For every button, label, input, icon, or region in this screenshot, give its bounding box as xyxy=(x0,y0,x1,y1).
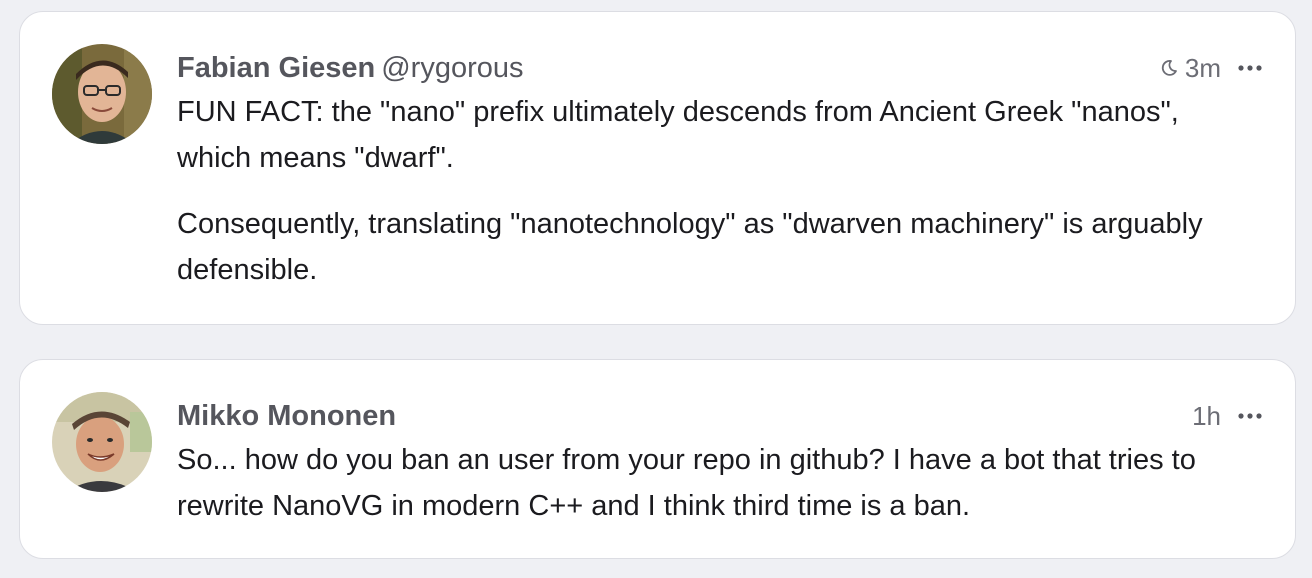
post-content: FUN FACT: the "nano" prefix ultimately d… xyxy=(177,89,1235,293)
avatar-image xyxy=(52,392,152,492)
avatar[interactable] xyxy=(52,44,152,144)
post-time[interactable]: 1h xyxy=(1192,398,1221,434)
author-name[interactable]: Mikko Mononen xyxy=(177,400,396,432)
author-handle[interactable]: @rygorous xyxy=(381,52,523,84)
post-paragraph: Consequently, translating "nanotechnolog… xyxy=(177,208,1203,286)
post-content: So... how do you ban an user from your r… xyxy=(177,437,1235,529)
post-header: Fabian Giesen @rygorous 3m xyxy=(177,50,1265,86)
avatar-image xyxy=(52,44,152,144)
post-meta: 3m xyxy=(1159,50,1265,86)
post-meta: 1h xyxy=(1192,398,1265,434)
more-options-icon[interactable] xyxy=(1235,53,1265,83)
avatar[interactable] xyxy=(52,392,152,492)
post-paragraph: So... how do you ban an user from your r… xyxy=(177,444,1196,522)
post-card[interactable]: Mikko Mononen 1h So... how do you ban an… xyxy=(19,359,1296,559)
feed: Fabian Giesen @rygorous 3m FUN FACT: the… xyxy=(0,0,1312,578)
post-header: Mikko Mononen 1h xyxy=(177,398,1265,434)
moon-icon xyxy=(1159,58,1179,78)
post-card[interactable]: Fabian Giesen @rygorous 3m FUN FACT: the… xyxy=(19,11,1296,325)
post-paragraph: FUN FACT: the "nano" prefix ultimately d… xyxy=(177,96,1179,174)
more-options-icon[interactable] xyxy=(1235,401,1265,431)
post-time[interactable]: 3m xyxy=(1185,50,1221,86)
author-name[interactable]: Fabian Giesen xyxy=(177,52,375,84)
